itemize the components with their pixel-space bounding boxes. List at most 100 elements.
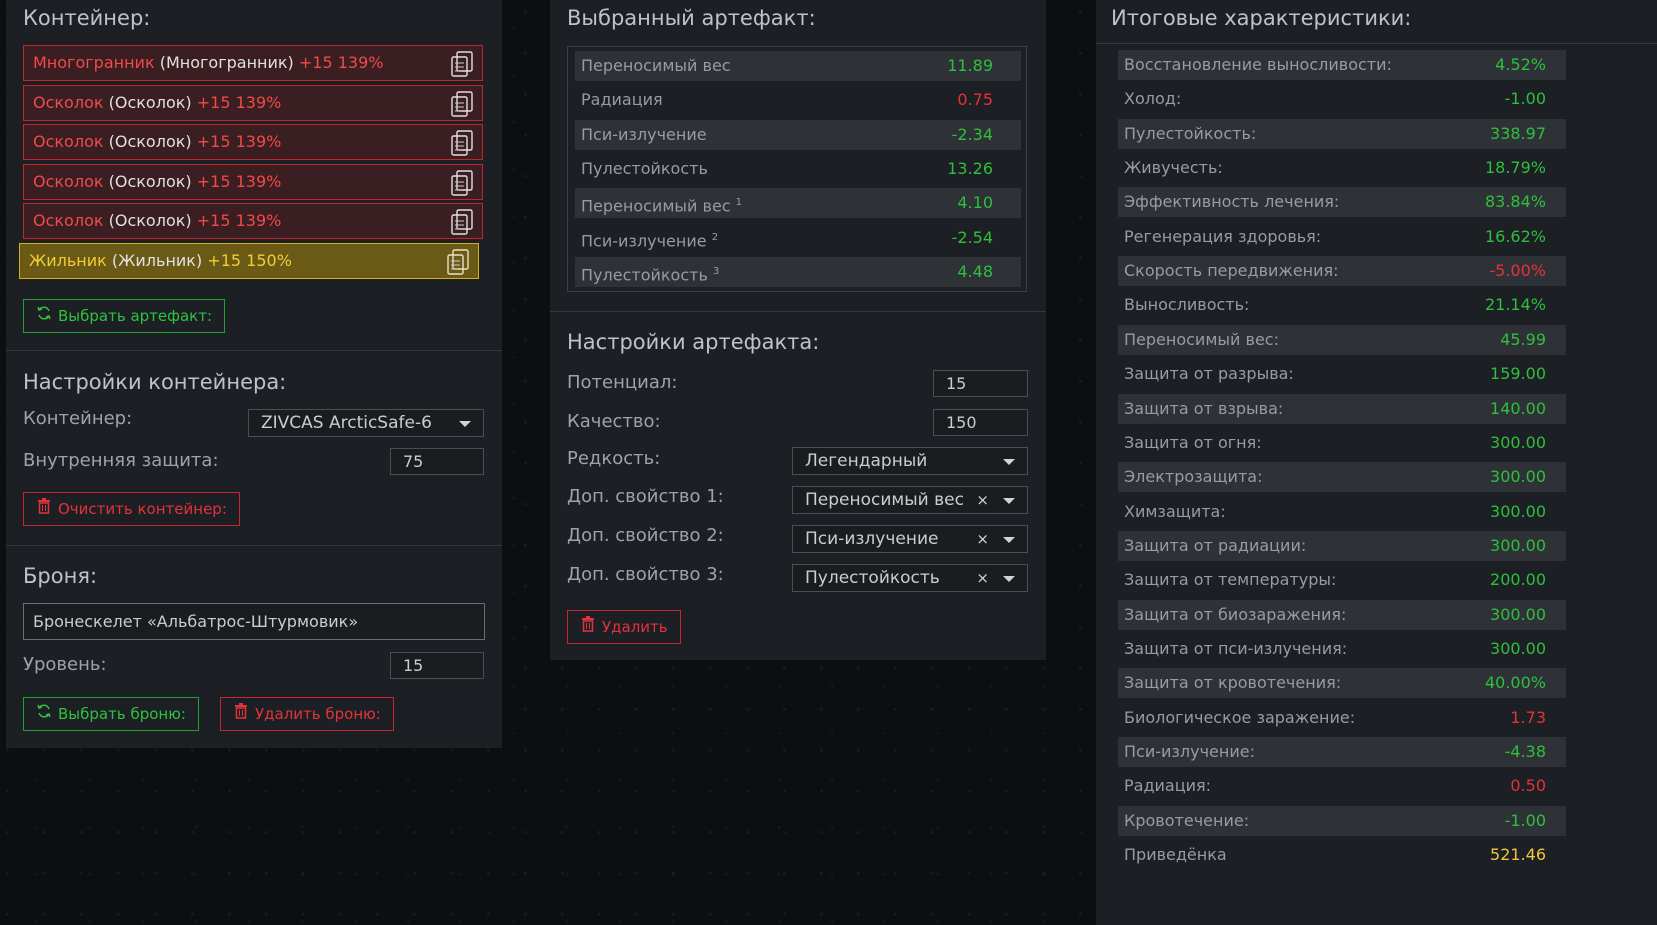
artifact-name: Осколок <box>33 132 104 152</box>
extra-prop-1-select[interactable]: Переносимый вес × <box>792 486 1028 514</box>
delete-artifact-label: Удалить <box>602 618 668 636</box>
clear-container-label: Очистить контейнер: <box>58 500 227 518</box>
level-input[interactable]: 15 <box>390 652 484 679</box>
select-armor-button[interactable]: Выбрать броню: <box>23 697 199 731</box>
clear-container-button[interactable]: Очистить контейнер: <box>23 492 240 526</box>
stat-value: 300.00 <box>1490 604 1546 624</box>
stat-label: Холод: <box>1124 89 1182 109</box>
artifact-item[interactable]: Жильник (Жильник) +15 150% <box>19 243 479 279</box>
prop-value: -2.54 <box>951 227 993 247</box>
container-label: Контейнер: <box>23 408 133 429</box>
artifact-prop-row: Радиация 0.75 <box>575 85 1021 115</box>
stat-label: Защита от взрыва: <box>1124 398 1284 418</box>
chevron-down-icon <box>459 421 471 427</box>
selected-artifact-panel: Выбранный артефакт: Переносимый вес 11.89… <box>550 0 1046 660</box>
stat-row: Защита от взрыва: 140.00 <box>1118 393 1566 424</box>
stat-row: Пулестойкость: 338.97 <box>1118 118 1566 149</box>
artifact-original-name: (Осколок) <box>108 171 192 191</box>
copy-icon[interactable] <box>450 130 474 156</box>
armor-input[interactable]: Бронескелет «Альбатрос-Штурмовик» <box>23 603 485 640</box>
prop-label: Пулестойкость 3 <box>581 265 720 285</box>
extra-prop-3-value: Пулестойкость <box>805 568 940 588</box>
stat-value: -4.38 <box>1504 742 1546 761</box>
select-artifact-label: Выбрать артефакт: <box>58 307 212 325</box>
prop-value: 4.48 <box>957 261 993 281</box>
prop-label: Переносимый вес <box>581 56 731 75</box>
artifact-prop-row: Пси-излучение -2.34 <box>575 119 1021 150</box>
copy-icon[interactable] <box>450 209 474 236</box>
artifact-item[interactable]: Осколок (Осколок) +15 139% <box>23 203 483 240</box>
container-select[interactable]: ZIVCAS ArcticSafe-6 <box>248 409 484 437</box>
artifact-name: Жильник <box>29 251 107 270</box>
stat-label: Защита от биозаражения: <box>1124 604 1347 624</box>
potential-input[interactable]: 15 <box>933 370 1028 397</box>
artifact-item[interactable]: Многогранник (Многогранник) +15 139% <box>23 45 483 81</box>
stat-label: Химзащита: <box>1124 501 1226 521</box>
stat-label: Эффективность лечения: <box>1124 192 1340 212</box>
divider <box>6 350 502 351</box>
refresh-icon <box>36 698 52 730</box>
stat-value: 1.73 <box>1510 707 1546 727</box>
stat-row: Переносимый вес: 45.99 <box>1118 324 1566 355</box>
delete-armor-button[interactable]: Удалить броню: <box>220 697 394 731</box>
stat-value: 140.00 <box>1490 398 1546 418</box>
select-artifact-button[interactable]: Выбрать артефакт: <box>23 299 225 333</box>
clear-icon[interactable]: × <box>976 526 989 552</box>
stat-row: Биологическое заражение: 1.73 <box>1118 703 1566 733</box>
stat-label: Кровотечение: <box>1124 810 1250 830</box>
stat-value: 300.00 <box>1490 501 1546 521</box>
artifact-bonus: +15 139% <box>196 132 282 152</box>
clear-icon[interactable]: × <box>976 565 989 591</box>
artifact-prop-row: Переносимый вес 1 4.10 <box>575 188 1021 219</box>
stat-label: Восстановление выносливости: <box>1124 55 1392 74</box>
stat-row: Пси-излучение: -4.38 <box>1118 737 1566 767</box>
rarity-select[interactable]: Легендарный <box>792 447 1028 475</box>
prop-label: Радиация <box>581 90 663 110</box>
inner-protection-input[interactable]: 75 <box>390 448 484 475</box>
clear-icon[interactable]: × <box>976 487 989 513</box>
artifact-item[interactable]: Осколок (Осколок) +15 139% <box>23 84 483 121</box>
prop-sup: 1 <box>735 197 743 209</box>
artifact-prop-row: Пси-излучение 2 -2.54 <box>575 223 1021 253</box>
stat-value: 159.00 <box>1490 364 1546 384</box>
artifact-original-name: (Осколок) <box>108 132 192 152</box>
artifact-item[interactable]: Осколок (Осколок) +15 139% <box>23 124 483 161</box>
prop-label: Пулестойкость <box>581 158 708 178</box>
artifact-settings-title: Настройки артефакта: <box>567 330 820 354</box>
copy-icon[interactable] <box>450 170 474 196</box>
potential-label: Потенциал: <box>567 372 678 393</box>
stat-value: 521.46 <box>1490 845 1546 865</box>
selected-artifact-title: Выбранный артефакт: <box>567 6 816 30</box>
artifact-name: Многогранник <box>33 53 155 72</box>
inner-protection-label: Внутренняя защита: <box>23 450 219 471</box>
extra-prop-1-value: Переносимый вес <box>805 490 964 510</box>
divider <box>1096 43 1657 44</box>
extra-prop-3-select[interactable]: Пулестойкость × <box>792 564 1028 592</box>
stat-row: Защита от температуры: 200.00 <box>1118 565 1566 595</box>
artifact-bonus: +15 139% <box>196 92 282 112</box>
prop-sup: 2 <box>711 231 719 243</box>
stat-value: 45.99 <box>1500 329 1546 349</box>
stat-value: 300.00 <box>1490 535 1546 555</box>
artifact-props-box: Переносимый вес 11.89 Радиация 0.75 Пси-излу… <box>567 46 1027 292</box>
prop-label: Переносимый вес 1 <box>581 196 743 216</box>
extra-prop-2-select[interactable]: Пси-излучение × <box>792 525 1028 553</box>
copy-icon[interactable] <box>450 90 474 117</box>
copy-icon[interactable] <box>450 51 474 77</box>
quality-input[interactable]: 150 <box>933 409 1028 436</box>
trash-icon <box>580 611 596 643</box>
stat-row: Радиация: 0.50 <box>1118 771 1566 801</box>
stat-value: 4.52% <box>1495 55 1546 74</box>
stat-label: Пулестойкость: <box>1124 123 1257 143</box>
stat-label: Защита от огня: <box>1124 432 1262 452</box>
artifact-prop-row: Пулестойкость 3 4.48 <box>575 256 1021 287</box>
prop-sup: 3 <box>712 265 720 277</box>
artifact-item[interactable]: Осколок (Осколок) +15 139% <box>23 163 483 200</box>
artifact-name: Осколок <box>33 211 104 231</box>
artifact-bonus: +15 139% <box>196 211 282 231</box>
copy-icon[interactable] <box>446 249 470 275</box>
prop-value: 4.10 <box>957 193 993 213</box>
delete-artifact-button[interactable]: Удалить <box>567 610 681 644</box>
stat-value: 300.00 <box>1490 467 1546 487</box>
divider <box>6 545 502 546</box>
